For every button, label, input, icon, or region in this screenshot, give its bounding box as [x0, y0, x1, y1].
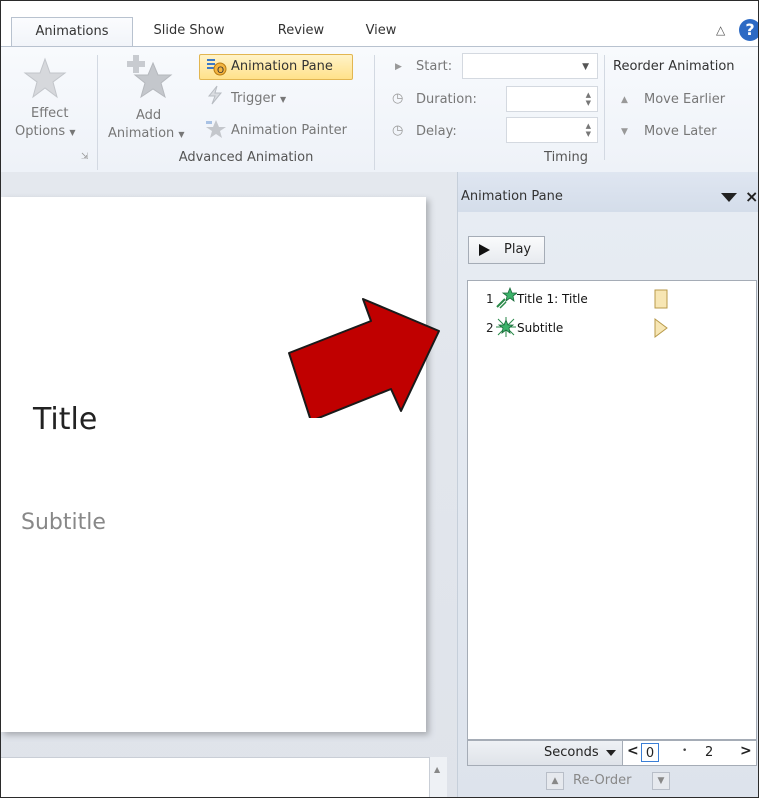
group-separator	[604, 55, 605, 160]
powerpoint-window: Animations Slide Show Review View △ ? Ef…	[0, 0, 759, 798]
animation-pane-title: Animation Pane	[461, 189, 563, 204]
trigger-lightning-icon	[207, 85, 223, 105]
animation-pane: Animation Pane × Play 1 Title 1: Title 2…	[457, 172, 758, 797]
animation-pane-label: Animation Pane	[231, 59, 333, 74]
start-dropdown[interactable]: ▼	[462, 53, 598, 79]
close-icon[interactable]: ×	[745, 187, 758, 206]
tab-slide-show[interactable]: Slide Show	[144, 17, 234, 45]
reorder-down-icon[interactable]: ▼	[652, 772, 670, 790]
start-label: Start:	[416, 59, 453, 74]
group-separator	[374, 55, 375, 170]
move-later-arrow-icon: ▼	[621, 127, 628, 137]
help-icon[interactable]: ?	[739, 19, 758, 41]
start-triangle-icon: ▶	[395, 62, 402, 72]
notes-area[interactable]	[1, 757, 429, 797]
play-label: Play	[504, 242, 532, 257]
timing-bar-icon[interactable]	[654, 289, 668, 309]
ribbon-tab-bar: Animations Slide Show Review View △ ?	[1, 1, 758, 47]
animation-pane-body: Play 1 Title 1: Title 2 Subtitle Seconds…	[458, 212, 758, 797]
list-item[interactable]: 1 Title 1: Title	[468, 286, 756, 312]
advanced-animation-group-label: Advanced Animation	[178, 150, 314, 165]
animation-painter-button[interactable]: Animation Painter	[231, 123, 347, 138]
animation-item-label: Title 1: Title	[517, 292, 588, 306]
effect-options-label-1[interactable]: Effect	[31, 106, 68, 121]
animation-pane-header: Animation Pane ×	[458, 172, 758, 212]
animation-pane-button[interactable]: O Animation Pane	[199, 54, 353, 80]
minimize-ribbon-icon[interactable]: △	[716, 23, 725, 37]
add-animation-icon	[127, 55, 173, 99]
effect-options-button[interactable]: Options ▼	[15, 124, 75, 139]
timing-triangle-icon[interactable]	[654, 318, 668, 338]
animation-pane-icon: O	[207, 59, 227, 76]
timeline-end-value: 2	[705, 745, 714, 760]
slide-title-text[interactable]: Title	[33, 402, 97, 437]
reorder-animation-title: Reorder Animation	[613, 59, 735, 74]
tab-review[interactable]: Review	[266, 17, 336, 45]
chevron-down-icon	[606, 750, 616, 756]
svg-text:O: O	[217, 66, 224, 76]
play-button[interactable]: Play	[468, 236, 545, 264]
delay-clock-icon: ◷	[392, 123, 404, 138]
duration-clock-icon: ◷	[392, 91, 404, 106]
pane-options-dropdown-icon[interactable]	[721, 193, 737, 202]
dialog-launcher-icon[interactable]: ⇲	[81, 152, 89, 162]
seconds-dropdown[interactable]: Seconds	[468, 741, 623, 765]
reorder-label: Re-Order	[573, 773, 632, 788]
timeline-scroll-left-icon[interactable]: <	[627, 743, 639, 759]
duration-stepper[interactable]: ▲ ▼	[506, 86, 598, 112]
animation-order-number: 1	[486, 292, 494, 306]
red-pointer-arrow-icon	[288, 298, 440, 418]
slide-canvas[interactable]: Title Subtitle	[1, 197, 426, 732]
list-item[interactable]: 2 Subtitle	[468, 315, 756, 341]
slide-workspace: Title Subtitle ▲	[1, 172, 457, 797]
move-earlier-button[interactable]: Move Earlier	[644, 92, 725, 107]
animation-item-label: Subtitle	[517, 321, 564, 335]
timing-group-label: Timing	[544, 150, 588, 165]
scroll-up-icon[interactable]: ▲	[434, 765, 440, 774]
ribbon: Effect Options ▼ ⇲ Add Animation ▼ O Ani…	[1, 46, 758, 173]
delay-label: Delay:	[416, 124, 457, 139]
add-animation-button[interactable]: Animation ▼	[108, 126, 185, 141]
play-icon	[479, 244, 490, 256]
move-later-button[interactable]: Move Later	[644, 124, 717, 139]
tab-animations[interactable]: Animations	[11, 17, 133, 47]
timeline-scroll-right-icon[interactable]: >	[740, 743, 752, 759]
vertical-scrollbar[interactable]: ▲	[429, 757, 447, 797]
delay-stepper[interactable]: ▲ ▼	[506, 117, 598, 143]
seconds-label: Seconds	[544, 745, 599, 760]
animation-order-number: 2	[486, 321, 494, 335]
group-separator	[97, 55, 98, 170]
timeline-start-value[interactable]: 0	[641, 743, 659, 762]
timeline-bar: Seconds < 0 • 2 >	[467, 740, 757, 766]
trigger-button[interactable]: Trigger ▼	[231, 91, 286, 106]
timeline-tick: •	[682, 746, 688, 756]
effect-options-star-icon	[23, 57, 67, 99]
move-earlier-arrow-icon: ▲	[621, 95, 628, 105]
slide-subtitle-text[interactable]: Subtitle	[21, 510, 106, 535]
reorder-up-icon[interactable]: ▲	[546, 772, 564, 790]
fly-in-star-icon	[496, 287, 517, 309]
reorder-controls: ▲ Re-Order ▼	[546, 770, 676, 792]
burst-star-icon	[496, 317, 516, 337]
tab-view[interactable]: View	[356, 17, 406, 45]
duration-label: Duration:	[416, 92, 477, 107]
animation-list: 1 Title 1: Title 2 Subtitle	[467, 280, 757, 740]
animation-painter-icon	[206, 120, 226, 138]
add-animation-label-1[interactable]: Add	[136, 108, 161, 123]
